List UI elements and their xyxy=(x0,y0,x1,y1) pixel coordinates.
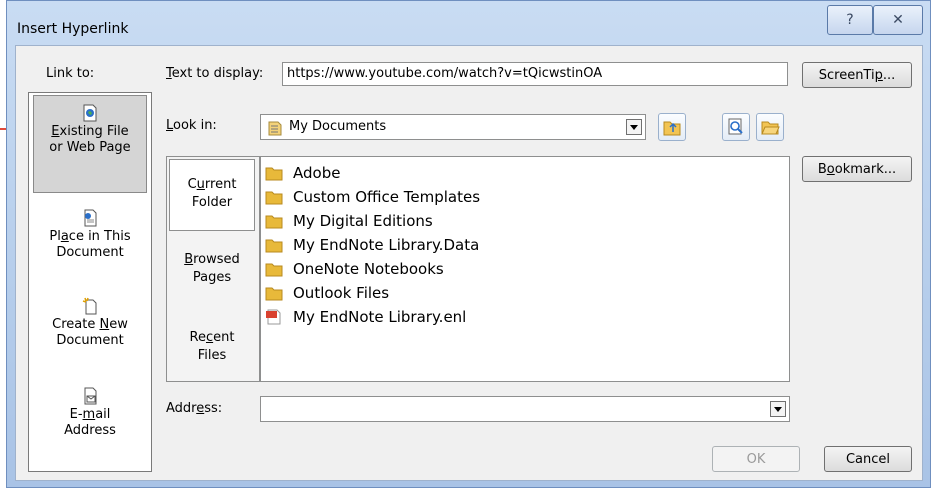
help-button[interactable]: ? xyxy=(827,5,873,35)
nav-recent-line1: Recent xyxy=(189,330,235,345)
folder-icon xyxy=(265,167,283,181)
address-input[interactable] xyxy=(260,396,790,422)
dialog-client-area: Link to: Existing File or Web Page Place… xyxy=(15,45,923,481)
screentip-button[interactable]: ScreenTip... xyxy=(802,62,912,88)
new-document-icon xyxy=(82,297,97,315)
cancel-label: Cancel xyxy=(845,451,891,467)
folder-icon xyxy=(265,263,283,277)
text-to-display-input[interactable]: https://www.youtube.com/watch?v=tQicwsti… xyxy=(282,62,788,86)
link-to-create-new-document[interactable]: Create New Document xyxy=(33,289,147,377)
chevron-down-icon xyxy=(630,124,638,130)
place-line1: Place in This xyxy=(49,229,131,244)
browse-nav-panel: Current Folder Browsed Pages Recent File… xyxy=(166,156,260,382)
browse-web-button[interactable] xyxy=(658,113,686,141)
search-web-icon xyxy=(728,118,743,135)
ok-label: OK xyxy=(746,451,766,467)
link-to-sidebar: Existing File or Web Page Place in This … xyxy=(28,92,152,472)
link-to-existing-file[interactable]: Existing File or Web Page xyxy=(33,95,147,193)
endnote-file-icon xyxy=(266,309,281,325)
list-item[interactable]: Outlook Files xyxy=(265,281,389,305)
existing-line2: or Web Page xyxy=(49,140,131,155)
list-item[interactable]: My EndNote Library.enl xyxy=(265,305,466,329)
screentip-label: ScreenTip... xyxy=(818,67,896,83)
bookmark-label: Bookmark... xyxy=(817,161,897,177)
file-name: Custom Office Templates xyxy=(293,188,481,206)
nav-recent-files[interactable]: Recent Files xyxy=(169,319,255,389)
link-to-place-in-document[interactable]: Place in This Document xyxy=(33,201,147,289)
close-button[interactable]: ✕ xyxy=(873,5,923,35)
list-item[interactable]: My EndNote Library.Data xyxy=(265,233,479,257)
nav-current-line1: Current xyxy=(187,177,237,192)
look-in-dropdown-arrow[interactable] xyxy=(626,119,642,135)
dialog-title: Insert Hyperlink xyxy=(17,21,129,37)
up-folder-icon xyxy=(663,121,681,136)
nav-browsed-pages[interactable]: Browsed Pages xyxy=(169,243,255,311)
look-in-value: My Documents xyxy=(289,119,387,134)
folder-icon xyxy=(265,239,283,253)
folder-icon xyxy=(265,287,283,301)
folder-icon xyxy=(265,191,283,205)
help-icon: ? xyxy=(846,12,854,28)
bookmark-button[interactable]: Bookmark... xyxy=(802,156,912,182)
file-name: Outlook Files xyxy=(293,284,390,302)
list-item[interactable]: My Digital Editions xyxy=(265,209,433,233)
link-to-label: Link to: xyxy=(46,66,95,81)
list-item[interactable]: Adobe xyxy=(265,161,340,185)
nav-recent-line2: Files xyxy=(197,348,227,363)
open-folder-icon xyxy=(761,121,780,135)
browse-web-search-button[interactable] xyxy=(722,113,750,141)
new-line2: Document xyxy=(56,333,124,348)
email-icon xyxy=(84,387,97,405)
file-list[interactable]: Adobe Custom Office Templates My Digital… xyxy=(260,156,790,382)
close-icon: ✕ xyxy=(892,12,904,28)
folder-icon xyxy=(265,215,283,229)
ok-button[interactable]: OK xyxy=(712,446,800,472)
email-line1: E-mail xyxy=(69,407,111,422)
insert-hyperlink-dialog: Insert Hyperlink ? ✕ Link to: Existing F… xyxy=(6,0,931,488)
place-line2: Document xyxy=(56,245,124,260)
list-item[interactable]: OneNote Notebooks xyxy=(265,257,444,281)
browse-file-button[interactable] xyxy=(756,113,784,141)
file-name: My EndNote Library.Data xyxy=(293,236,480,254)
file-name: OneNote Notebooks xyxy=(293,260,444,278)
text-to-display-label: Text to display: xyxy=(166,66,264,81)
cancel-button[interactable]: Cancel xyxy=(824,446,912,472)
address-label: Address: xyxy=(166,401,223,416)
nav-browsed-line1: Browsed xyxy=(184,252,240,267)
file-name: My EndNote Library.enl xyxy=(293,308,467,326)
email-line2: Address xyxy=(64,423,116,438)
title-bar[interactable]: Insert Hyperlink ? ✕ xyxy=(7,1,930,37)
web-page-icon xyxy=(83,104,97,122)
file-name: Adobe xyxy=(293,164,341,182)
chevron-down-icon xyxy=(774,406,782,412)
nav-browsed-line2: Pages xyxy=(192,270,232,285)
file-name: My Digital Editions xyxy=(293,212,433,230)
look-in-select[interactable]: My Documents xyxy=(260,114,646,140)
nav-current-folder[interactable]: Current Folder xyxy=(169,159,255,231)
link-to-email-address[interactable]: E-mail Address xyxy=(33,379,147,467)
document-icon xyxy=(84,209,97,227)
nav-current-line2: Folder xyxy=(191,195,233,210)
new-line1: Create New xyxy=(52,317,128,332)
address-dropdown-arrow[interactable] xyxy=(770,401,786,417)
look-in-label: Look in: xyxy=(166,118,217,133)
existing-line1: Existing File xyxy=(51,124,129,139)
documents-folder-icon xyxy=(268,121,282,136)
list-item[interactable]: Custom Office Templates xyxy=(265,185,480,209)
